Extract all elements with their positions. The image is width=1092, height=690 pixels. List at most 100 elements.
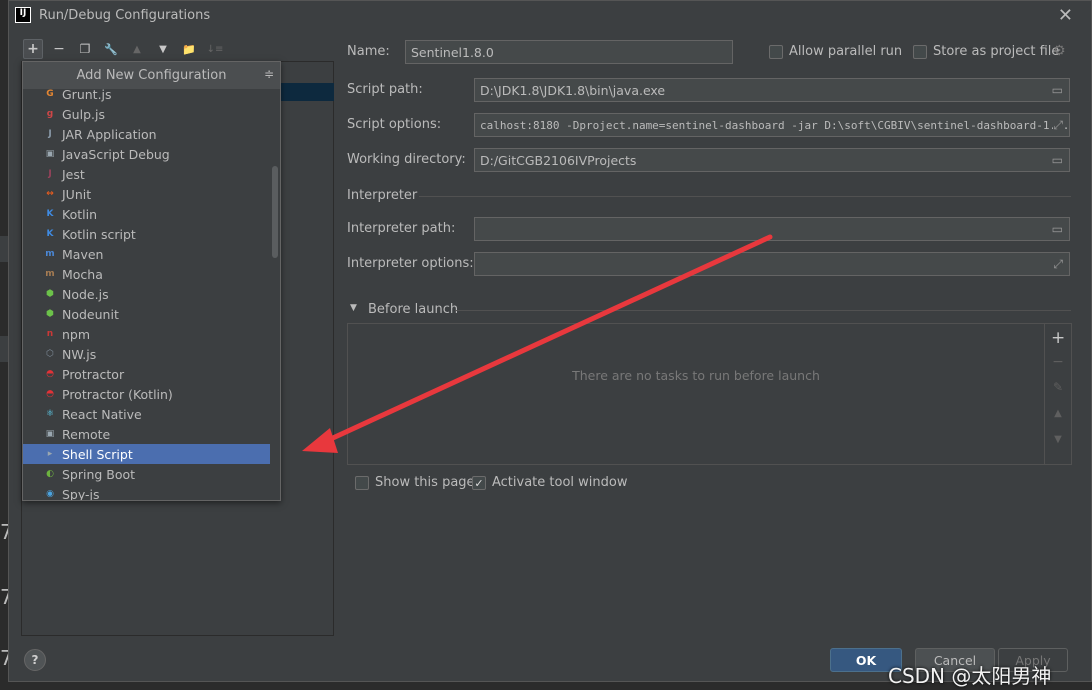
popup-item-spring-boot[interactable]: ◐ Spring Boot: [23, 464, 270, 484]
folder-icon[interactable]: ▭: [1052, 222, 1063, 236]
move-down-button[interactable]: ▼: [153, 39, 173, 59]
name-field[interactable]: Sentinel1.8.0: [405, 40, 733, 64]
sort-button[interactable]: ↓≡: [205, 39, 225, 59]
popup-item-label: Maven: [62, 246, 104, 262]
popup-item-npm[interactable]: n npm: [23, 324, 270, 344]
popup-item-protractor[interactable]: ◓ Protractor: [23, 364, 270, 384]
popup-item-shell-script[interactable]: ▸ Shell Script: [23, 444, 270, 464]
collapse-icon[interactable]: ≑: [264, 67, 274, 81]
before-launch-tasks-list[interactable]: There are no tasks to run before launch: [347, 323, 1045, 465]
add-configuration-button[interactable]: +: [23, 39, 43, 59]
folder-icon[interactable]: ▭: [1052, 153, 1063, 167]
interpreter-path-field[interactable]: ▭: [474, 217, 1070, 241]
remove-task-button[interactable]: −: [1051, 354, 1065, 370]
popup-item-label: Remote: [62, 426, 111, 442]
show-page-label: Show this page: [375, 475, 475, 490]
popup-item-kotlin-script[interactable]: K Kotlin script: [23, 224, 270, 244]
help-button[interactable]: ?: [24, 649, 46, 671]
store-project-checkbox[interactable]: [913, 45, 927, 59]
script-options-field[interactable]: calhost:8180 -Dproject.name=sentinel-das…: [474, 113, 1070, 137]
popup-item-label: Shell Script: [62, 446, 133, 462]
pencil-icon[interactable]: ✎: [1051, 380, 1065, 394]
expand-icon[interactable]: ⤢: [1053, 257, 1063, 272]
remove-configuration-button[interactable]: −: [49, 39, 69, 59]
remote-icon: ▣: [45, 429, 55, 439]
popup-item-label: Spring Boot: [62, 466, 136, 482]
folder-icon[interactable]: ▭: [1052, 83, 1063, 97]
popup-item-label: Grunt.js: [62, 86, 112, 102]
popup-item-label: JavaScript Debug: [62, 146, 170, 162]
before-launch-title[interactable]: Before launch: [368, 302, 458, 317]
popup-item-react-native[interactable]: ⚛ React Native: [23, 404, 270, 424]
script-path-field[interactable]: D:\JDK1.8\JDK1.8\bin\java.exe ▭: [474, 78, 1070, 102]
popup-item-label: Spy-js: [62, 486, 100, 501]
empty-tasks-text: There are no tasks to run before launch: [572, 368, 820, 383]
popup-item-label: Jest: [62, 166, 85, 182]
popup-item-label: NW.js: [62, 346, 97, 362]
jest-icon: J: [48, 169, 52, 179]
interpreter-path-label: Interpreter path:: [347, 221, 456, 236]
expand-icon[interactable]: ⤢: [1053, 118, 1063, 133]
chevron-down-icon[interactable]: ▼: [350, 303, 357, 313]
popup-item-nodeunit[interactable]: ⬢ Nodeunit: [23, 304, 270, 324]
popup-item-junit[interactable]: ↔ JUnit: [23, 184, 270, 204]
popup-item-label: Node.js: [62, 286, 109, 302]
popup-item-protractor-kotlin[interactable]: ◓ Protractor (Kotlin): [23, 384, 270, 404]
new-folder-button[interactable]: 📁: [179, 39, 199, 59]
popup-item-kotlin[interactable]: K Kotlin: [23, 204, 270, 224]
protractor-icon: ◓: [46, 369, 54, 379]
npm-icon: n: [46, 329, 54, 339]
react-native-icon: ⚛: [45, 409, 55, 419]
popup-item-maven[interactable]: m Maven: [23, 244, 270, 264]
csdn-watermark: CSDN @太阳男神luck: [888, 664, 1052, 690]
popup-item-label: JUnit: [62, 186, 92, 202]
activate-tool-window-label: Activate tool window: [492, 475, 628, 490]
activate-tool-window-checkbox[interactable]: ✓: [472, 476, 486, 490]
gear-icon[interactable]: ⚙: [1053, 43, 1066, 59]
spring-boot-icon: ◐: [46, 469, 54, 479]
kotlin-script-icon: K: [46, 229, 54, 239]
popup-item-node-js[interactable]: ⬢ Node.js: [23, 284, 270, 304]
popup-item-label: Protractor: [62, 366, 125, 382]
popup-item-javascript-debug[interactable]: ▣ JavaScript Debug: [23, 144, 270, 164]
popup-item-nw-js[interactable]: ⬡ NW.js: [23, 344, 270, 364]
show-page-checkbox[interactable]: [355, 476, 369, 490]
wrench-icon[interactable]: 🔧: [101, 39, 121, 59]
copy-configuration-button[interactable]: ❐: [75, 39, 95, 59]
popup-item-mocha[interactable]: m Mocha: [23, 264, 270, 284]
popup-scrollbar[interactable]: [272, 166, 278, 258]
popup-item-jar-application[interactable]: J JAR Application: [23, 124, 270, 144]
allow-parallel-checkbox[interactable]: [769, 45, 783, 59]
nwjs-icon: ⬡: [46, 349, 54, 359]
popup-item-label: Nodeunit: [62, 306, 119, 322]
move-up-button[interactable]: ▲: [127, 39, 147, 59]
interpreter-options-field[interactable]: ⤢: [474, 252, 1070, 276]
popup-item-jest[interactable]: J Jest: [23, 164, 270, 184]
section-divider: [419, 196, 1071, 197]
popup-item-spy-js[interactable]: ◉ Spy-js: [23, 484, 270, 501]
add-task-button[interactable]: +: [1051, 328, 1065, 348]
tree-selected-row[interactable]: [279, 83, 334, 101]
intellij-icon: IJ: [15, 7, 31, 23]
dialog-titlebar: IJ Run/Debug Configurations ✕: [9, 1, 1091, 31]
interpreter-options-label: Interpreter options:: [347, 256, 474, 271]
popup-item-label: Mocha: [62, 266, 103, 282]
name-label: Name:: [347, 44, 390, 59]
run-debug-dialog: IJ Run/Debug Configurations ✕ + − ❐ 🔧 ▲ …: [8, 0, 1092, 682]
popup-item-label: Kotlin script: [62, 226, 136, 242]
move-task-up-button[interactable]: ▲: [1051, 408, 1065, 419]
popup-item-label: Gulp.js: [62, 106, 105, 122]
popup-title: Add New Configuration: [76, 68, 227, 83]
configuration-type-list: G Grunt.js g Gulp.js J JAR Application ▣ JavaSc…: [23, 84, 270, 501]
close-icon[interactable]: ✕: [1058, 5, 1073, 26]
popup-item-remote[interactable]: ▣ Remote: [23, 424, 270, 444]
popup-item-gulp-js[interactable]: g Gulp.js: [23, 104, 270, 124]
popup-item-grunt-js[interactable]: G Grunt.js: [23, 84, 270, 104]
popup-item-label: npm: [62, 326, 91, 342]
jar-icon: J: [48, 129, 52, 139]
spyjs-icon: ◉: [46, 489, 54, 499]
config-toolbar: + − ❐ 🔧 ▲ ▼ 📁 ↓≡: [23, 39, 225, 59]
move-task-down-button[interactable]: ▼: [1051, 434, 1065, 445]
dialog-title: Run/Debug Configurations: [39, 8, 211, 23]
working-directory-field[interactable]: D:/GitCGB2106IVProjects ▭: [474, 148, 1070, 172]
